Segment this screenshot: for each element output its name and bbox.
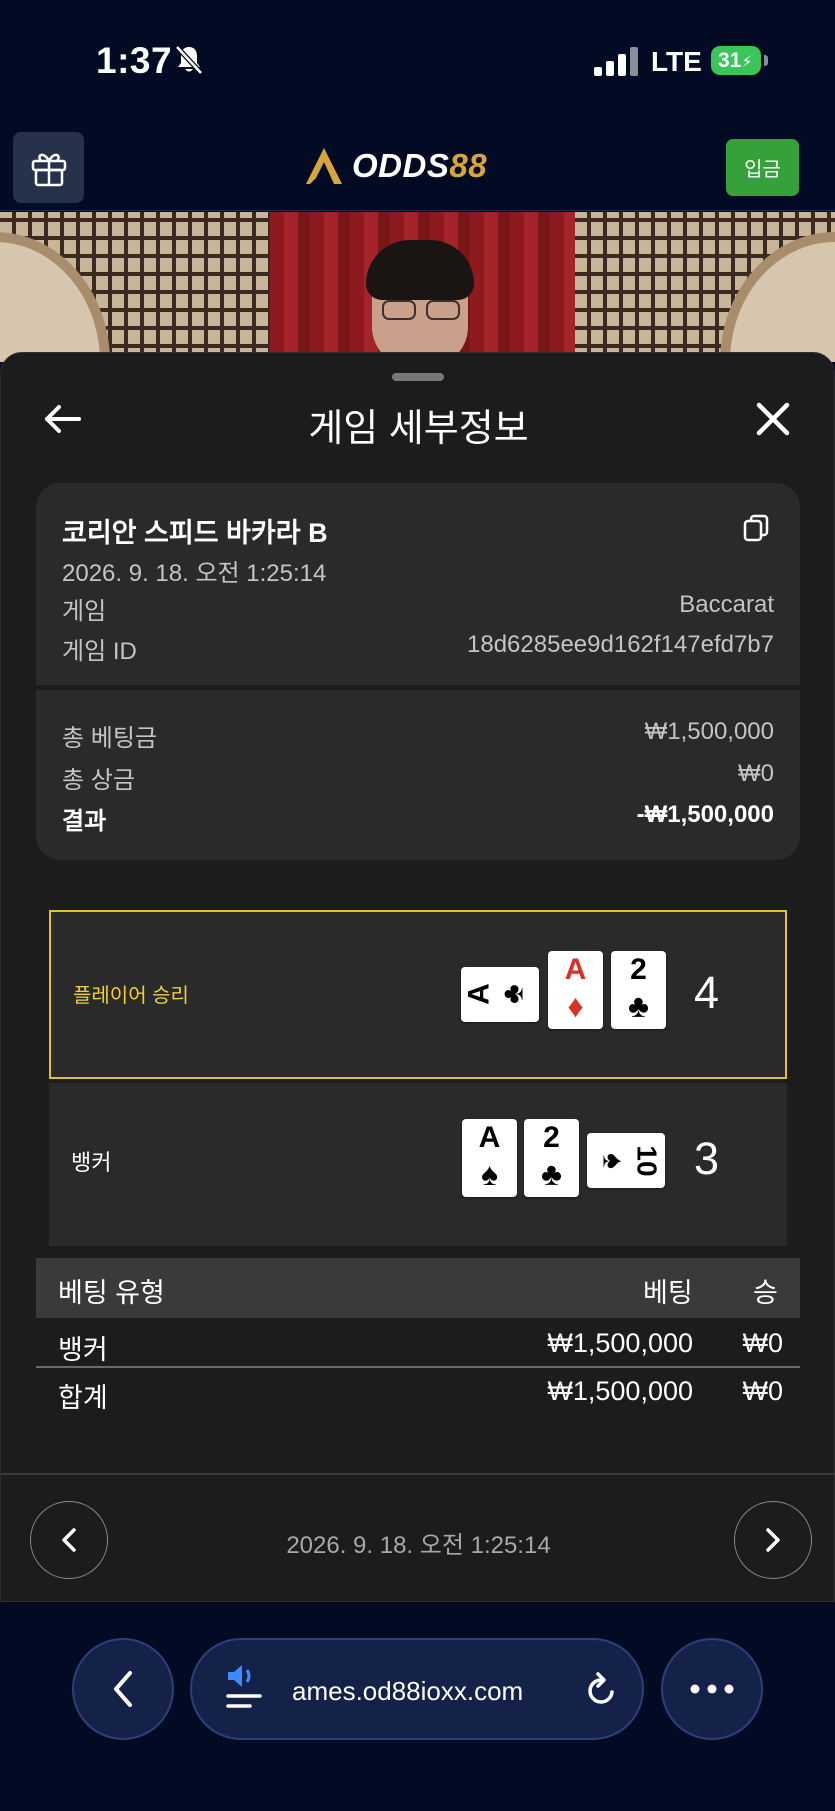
total-bet-label: 총 베팅금	[62, 725, 157, 752]
card-divider	[36, 685, 800, 690]
card-suit: ♠	[481, 1156, 498, 1192]
reload-icon[interactable]	[584, 1670, 620, 1710]
dealer-hair	[366, 240, 474, 300]
game-info-card: 코리안 스피드 바카라 B 2026. 9. 18. 오전 1:25:14 게임…	[36, 483, 800, 860]
next-game-button[interactable]	[734, 1501, 812, 1579]
card-suit: ♣	[496, 984, 530, 1004]
card-rank: A	[564, 953, 587, 986]
chevron-right-icon	[766, 1528, 780, 1552]
game-name: 코리안 스피드 바카라 B	[62, 518, 328, 548]
cellular-signal-icon	[594, 46, 640, 76]
player-hand: 플레이어 승리 A ♣ A ♦ 2 ♣ 4	[49, 910, 787, 1079]
live-video-preview[interactable]	[0, 212, 835, 362]
card-rank: 2	[543, 1121, 560, 1154]
silent-bell-icon	[174, 44, 204, 81]
col-bet-type: 베팅 유형	[58, 1278, 165, 1308]
col-win: 승	[753, 1278, 778, 1308]
banker-hand: 뱅커 A ♠ 2 ♣ 10 ♠ 3	[49, 1083, 787, 1246]
card-suit: ♦	[567, 988, 584, 1024]
close-icon	[756, 402, 790, 436]
total-win-amount: ₩0	[742, 1376, 784, 1406]
gift-icon	[31, 153, 66, 186]
copy-button[interactable]	[742, 513, 770, 548]
odds88-logo[interactable]: ODDS 88	[302, 143, 487, 189]
game-detail-sheet: 게임 세부정보 코리안 스피드 바카라 B 2026. 9. 18. 오전 1:…	[0, 352, 835, 1602]
battery-icon: 31⚡	[711, 46, 761, 75]
copy-icon	[743, 514, 769, 542]
chevron-left-icon	[114, 1671, 132, 1707]
card-suit: ♣	[628, 988, 649, 1024]
total-bet-amount: ₩1,500,000	[547, 1376, 693, 1406]
banker-card-3: 10 ♠	[587, 1133, 665, 1188]
table-divider	[36, 1366, 800, 1368]
speaker-reader-icon	[226, 1665, 262, 1708]
banker-hand-label: 뱅커	[71, 1150, 112, 1175]
browser-back-button[interactable]	[72, 1638, 174, 1740]
card-rank: 10	[631, 1145, 663, 1177]
banker-card-1: A ♠	[462, 1119, 517, 1197]
card-rank: A	[478, 1121, 501, 1154]
player-card-3: 2 ♣	[611, 951, 666, 1029]
player-card-2: A ♦	[548, 951, 603, 1029]
banker-score: 3	[694, 1133, 720, 1184]
logo-text-accent: 88	[449, 147, 488, 184]
address-bar[interactable]: ames.od88ioxx.com	[190, 1638, 644, 1740]
browser-toolbar: ames.od88ioxx.com	[0, 1602, 835, 1811]
gift-button[interactable]	[13, 132, 84, 203]
row-bet-amount: ₩1,500,000	[547, 1328, 693, 1358]
logo-mark-icon	[306, 148, 342, 184]
card-suit: ♣	[541, 1156, 562, 1192]
battery-nub	[764, 55, 768, 66]
game-info-section: 코리안 스피드 바카라 B 2026. 9. 18. 오전 1:25:14 게임…	[36, 483, 800, 685]
card-suit: ♠	[596, 1153, 630, 1169]
status-bar: 1:37 LTE 31⚡	[0, 0, 835, 125]
total-win-label: 총 상금	[62, 767, 135, 794]
battery-level: 31	[718, 49, 742, 72]
game-id-label: 게임 ID	[62, 638, 137, 665]
dealer-glasses	[382, 300, 462, 320]
player-card-1: A ♣	[461, 967, 539, 1022]
sheet-grabber[interactable]	[392, 373, 444, 381]
site-header: ODDS 88 입금	[0, 125, 835, 211]
network-type: LTE	[651, 46, 702, 77]
total-label: 합계	[58, 1383, 108, 1413]
player-hand-label: 플레이어 승리	[73, 985, 189, 1007]
player-score: 4	[694, 967, 720, 1018]
game-type-value: Baccarat	[679, 591, 774, 618]
footer-divider	[1, 1473, 835, 1475]
card-rank: A	[462, 983, 496, 1005]
status-time: 1:37	[96, 40, 173, 81]
result-value: -₩1,500,000	[636, 801, 774, 828]
game-datetime: 2026. 9. 18. 오전 1:25:14	[62, 560, 327, 587]
game-id-value: 18d6285ee9d162f147efd7b7	[467, 631, 774, 658]
card-rank: 2	[630, 953, 647, 986]
total-bet-value: ₩1,500,000	[644, 718, 774, 745]
col-bet: 베팅	[643, 1278, 693, 1308]
browser-more-button[interactable]	[661, 1638, 763, 1740]
bet-table-header: 베팅 유형 베팅 승	[36, 1258, 800, 1318]
result-label: 결과	[62, 808, 107, 835]
footer-datetime: 2026. 9. 18. 오전 1:25:14	[286, 1532, 551, 1559]
more-dots-icon	[690, 1684, 734, 1694]
game-type-label: 게임	[62, 598, 107, 625]
row-bet-type: 뱅커	[58, 1335, 108, 1365]
logo-text-main: ODDS	[352, 147, 450, 184]
deposit-button[interactable]: 입금	[726, 139, 799, 196]
row-win-amount: ₩0	[742, 1328, 784, 1358]
url-text: ames.od88ioxx.com	[292, 1676, 524, 1706]
total-win-value: ₩0	[738, 760, 774, 787]
sheet-title: 게임 세부정보	[308, 408, 529, 450]
close-button[interactable]	[753, 399, 793, 439]
app-root: 1:37 LTE 31⚡ ODDS 88 입금 게임 세부정보 코리안 스피드 …	[0, 0, 835, 1811]
banker-card-2: 2 ♣	[524, 1119, 579, 1197]
